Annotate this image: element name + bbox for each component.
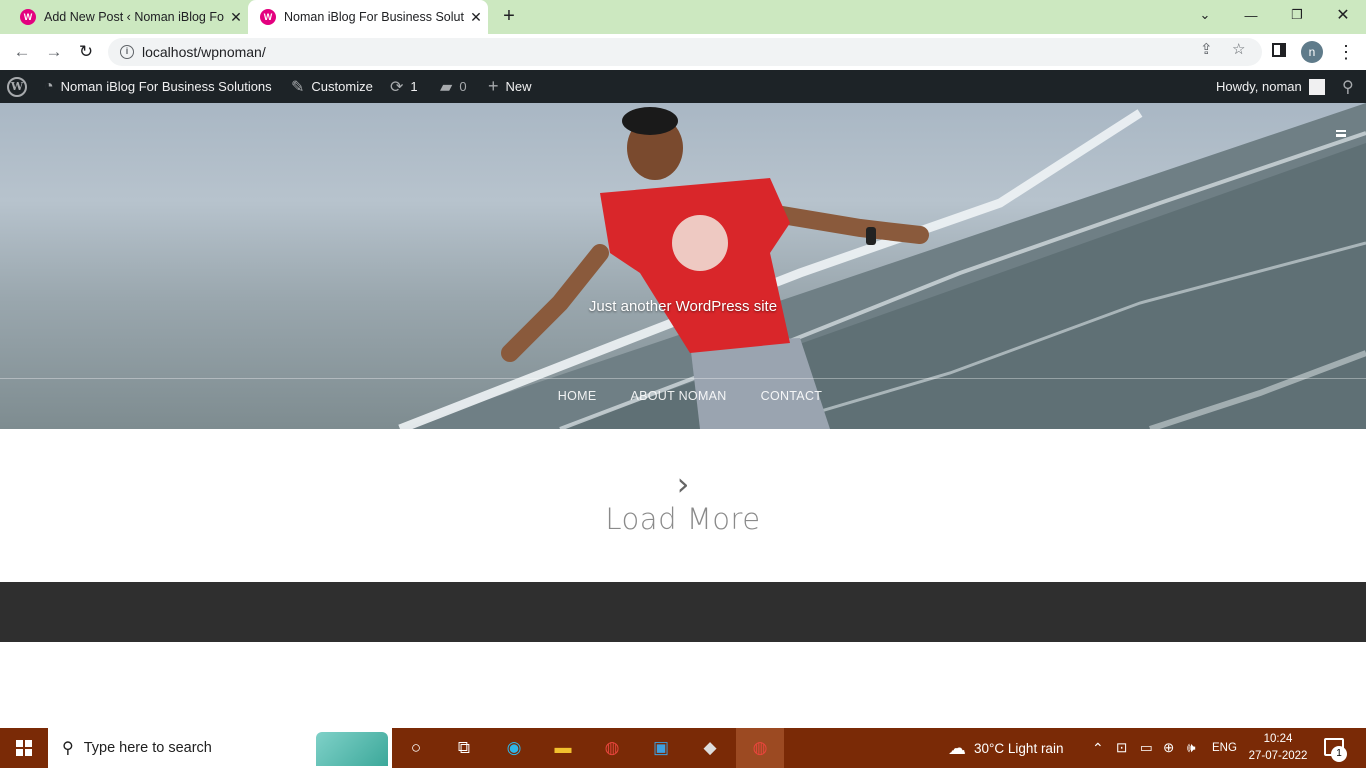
person-arm-right [761,204,929,244]
notification-count-badge: 1 [1331,746,1347,762]
person-hair [622,107,678,135]
load-more-button[interactable]: › Load More [0,466,1366,536]
nav-divider [0,378,1366,379]
address-bar[interactable]: i localhost/wpnoman/ [108,38,1262,66]
site-footer [0,582,1366,642]
start-button[interactable] [0,728,48,768]
browser-toolbar: ← → ↻ i localhost/wpnoman/ ⇪ ☆ n ⋮ [0,34,1366,70]
tab-search-chevron-icon[interactable]: ⌄ [1182,0,1228,30]
browser-menu-icon[interactable]: ⋮ [1337,40,1355,64]
search-highlight-illustration [316,732,388,766]
admin-bar-site-name: Noman iBlog For Business Solutions [60,79,272,94]
windows-taskbar: ⚲ Type here to search ○ ⧉ ◉ ▬ ◍ ▣ ◆ ◍ ☁ … [0,728,1366,768]
language-indicator[interactable]: ENG [1212,728,1237,768]
search-icon: ⚲ [1342,78,1354,96]
forward-arrow-icon[interactable]: → [42,40,66,64]
wordpress-logo-icon[interactable]: W [7,70,27,103]
dashboard-gauge-icon: ◔ [44,77,54,95]
file-explorer-icon[interactable]: ▬ [551,736,575,760]
inkscape-icon[interactable]: ◆ [698,736,722,760]
battery-icon[interactable]: ▭ [1140,728,1153,768]
admin-bar-new[interactable]: + New [488,70,532,103]
clock-date: 27-07-2022 [1248,750,1308,762]
wordpress-favicon-icon: W [20,9,36,25]
url-text[interactable]: localhost/wpnoman/ [142,44,266,60]
admin-bar-new-label: New [505,79,532,94]
admin-bar-my-account[interactable]: Howdy, noman [1216,70,1325,103]
admin-bar-customize-label: Customize [311,79,373,94]
task-view-icon[interactable]: ⧉ [452,736,476,760]
plus-icon: + [488,76,499,96]
tab-add-new-post[interactable]: W Add New Post ‹ Noman iBlog For Busines… [8,0,248,34]
wordpress-favicon-icon: W [260,9,276,25]
close-window-button[interactable]: ✕ [1320,0,1366,30]
shirt-print [672,215,728,271]
tab-noman-iblog[interactable]: W Noman iBlog For Business Solutions ✕ [248,0,488,34]
site-info-icon[interactable]: i [120,45,134,59]
nav-item-contact[interactable]: CONTACT [761,389,823,403]
app-window-icon[interactable]: ▣ [649,736,673,760]
paintbrush-icon: ✎ [291,78,305,96]
weather-text: 30°C Light rain [974,740,1064,756]
chrome-active-window[interactable]: ◍ [736,728,784,768]
howdy-text: Howdy, noman [1216,79,1302,94]
comment-bubble-icon: ▰ [440,78,453,96]
volume-icon[interactable]: 🕪 [1187,728,1196,768]
person-watch [866,227,876,245]
restore-button[interactable]: ❐ [1274,0,1320,30]
taskbar-search-placeholder: Type here to search [83,740,212,756]
load-more-label: Load More [605,502,761,536]
browser-tab-strip: W Add New Post ‹ Noman iBlog For Busines… [0,0,1366,34]
clock-time: 10:24 [1263,733,1293,745]
chrome-profile-icon: ◍ [752,738,768,757]
weather-widget[interactable]: ☁ 30°C Light rain [948,728,1063,768]
site-tagline: Just another WordPress site [588,298,778,315]
tab-title: Noman iBlog For Business Solutions [284,10,464,24]
profile-avatar[interactable]: n [1301,41,1323,63]
wp-admin-bar: W ◔ Noman iBlog For Business Solutions ✎… [0,70,1366,103]
nav-item-home[interactable]: HOME [558,389,597,403]
network-globe-icon[interactable]: ⊕ [1163,728,1174,768]
wordpress-logo-icon: W [7,76,27,97]
bookmark-star-icon[interactable]: ☆ [1232,40,1245,58]
admin-bar-site-link[interactable]: ◔ Noman iBlog For Business Solutions [44,70,272,103]
back-arrow-icon[interactable]: ← [10,40,34,64]
beach-photo [398,103,1366,429]
reload-icon[interactable]: ↻ [74,40,98,64]
share-icon[interactable]: ⇪ [1200,40,1213,58]
taskbar-search-box[interactable]: ⚲ Type here to search [48,728,392,768]
cloud-rain-icon: ☁ [948,737,966,758]
minimize-button[interactable]: — [1228,0,1274,30]
admin-bar-comments[interactable]: ▰ 0 [440,70,467,103]
search-icon: ⚲ [62,740,74,757]
meet-now-icon[interactable]: ⊡ [1116,728,1127,768]
side-panel-icon[interactable] [1272,43,1286,57]
updates-icon: ⟳ [390,78,404,96]
nav-item-about-noman[interactable]: ABOUT NOMAN [630,389,726,403]
user-avatar [1308,78,1325,95]
cortana-icon[interactable]: ○ [404,736,428,760]
windows-logo-icon [16,740,32,756]
admin-bar-updates[interactable]: ⟳ 1 [390,70,418,103]
comments-count: 0 [459,79,467,94]
main-navigation: HOME ABOUT NOMAN CONTACT [0,389,1366,403]
show-hidden-icons[interactable]: ⌃ [1092,728,1104,768]
new-tab-button[interactable]: + [497,5,521,29]
system-clock[interactable]: 10:24 27-07-2022 [1240,731,1316,765]
hamburger-menu-icon[interactable] [1336,130,1346,137]
chrome-icon[interactable]: ◍ [600,736,624,760]
close-tab-icon[interactable]: ✕ [464,9,488,26]
updates-count: 1 [410,79,418,94]
close-tab-icon[interactable]: ✕ [224,9,248,26]
chevron-right-icon: › [676,465,690,503]
header-hero-image: Just another WordPress site HOME ABOUT N… [0,103,1366,429]
admin-bar-customize[interactable]: ✎ Customize [291,70,373,103]
admin-bar-search[interactable]: ⚲ [1342,70,1354,103]
tab-title: Add New Post ‹ Noman iBlog For Business … [44,10,224,24]
edge-icon[interactable]: ◉ [502,736,526,760]
